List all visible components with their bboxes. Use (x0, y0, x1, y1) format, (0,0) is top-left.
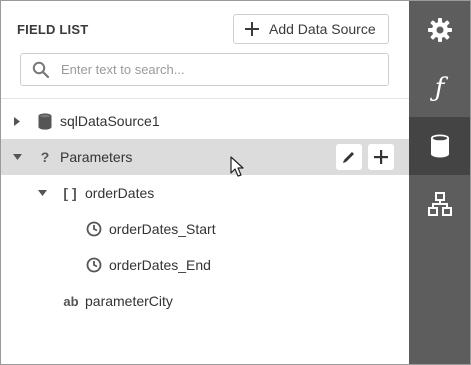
search-input[interactable] (61, 55, 381, 84)
tab-expressions[interactable]: ƒ (409, 59, 470, 117)
tab-properties[interactable] (409, 1, 470, 59)
hierarchy-icon (427, 192, 452, 216)
brackets-icon: [ ] (63, 185, 77, 201)
row-actions (336, 144, 394, 170)
tab-report-explorer[interactable] (409, 175, 470, 233)
search-icon (32, 61, 50, 79)
database-icon (36, 112, 54, 130)
database-icon (430, 134, 449, 158)
tree-item-sqldatasource1[interactable]: sqlDataSource1 (1, 103, 409, 139)
tree-item-label: orderDates_End (109, 257, 211, 273)
string-icon: ab (63, 293, 79, 309)
tab-rail: ƒ (409, 1, 470, 364)
edit-button[interactable] (336, 144, 362, 170)
expand-arrow-icon[interactable] (12, 116, 22, 126)
add-parameter-button[interactable] (368, 144, 394, 170)
search-box (20, 53, 389, 86)
add-data-source-button[interactable]: Add Data Source (233, 14, 389, 44)
add-icon (374, 150, 388, 164)
plus-icon (245, 22, 259, 36)
panel-title: FIELD LIST (17, 22, 89, 37)
tree-item-label: orderDates (85, 185, 155, 201)
tree-item-parametercity[interactable]: ab parameterCity (1, 283, 409, 319)
tree-item-label: parameterCity (85, 293, 173, 309)
add-data-source-label: Add Data Source (269, 21, 376, 37)
mouse-cursor-icon (230, 156, 246, 178)
collapse-arrow-icon[interactable] (12, 152, 22, 162)
question-icon: ? (40, 149, 50, 165)
collapse-arrow-icon[interactable] (37, 188, 47, 198)
tree-item-orderdates-end[interactable]: orderDates_End (1, 247, 409, 283)
tab-field-list[interactable] (409, 117, 470, 175)
tree-item-orderdates[interactable]: [ ] orderDates (1, 175, 409, 211)
gear-icon (427, 18, 452, 42)
tree-item-label: Parameters (60, 149, 133, 165)
field-list-panel: FIELD LIST Add Data Source sqlDataSource… (1, 1, 409, 364)
clock-icon (85, 220, 103, 238)
tree-item-orderdates-start[interactable]: orderDates_Start (1, 211, 409, 247)
function-icon: ƒ (434, 73, 445, 103)
tree-item-label: sqlDataSource1 (60, 113, 160, 129)
edit-icon (343, 152, 354, 163)
tree-item-label: orderDates_Start (109, 221, 216, 237)
clock-icon (85, 256, 103, 274)
tree-item-parameters[interactable]: ? Parameters (1, 139, 409, 175)
header-divider (1, 98, 409, 99)
